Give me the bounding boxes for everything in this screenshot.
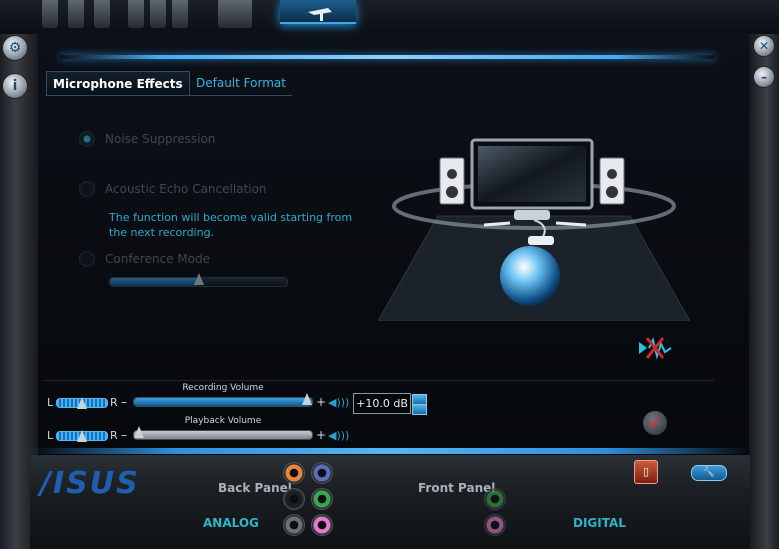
digital-label: DIGITAL bbox=[573, 516, 626, 530]
device-tab-spdif-icon[interactable] bbox=[128, 0, 144, 28]
analog-label: ANALOG bbox=[203, 516, 259, 530]
jack-gray-icon[interactable] bbox=[283, 514, 305, 536]
asus-logo: /ISUS bbox=[40, 466, 140, 501]
rec-balance-right-label: R bbox=[110, 396, 118, 409]
play-balance-left-label: L bbox=[47, 429, 54, 442]
minimize-icon[interactable]: – bbox=[753, 66, 775, 88]
rec-balance-thumb[interactable] bbox=[77, 397, 87, 409]
conference-mode-label: Conference Mode bbox=[105, 252, 211, 266]
conference-slider-thumb[interactable] bbox=[194, 273, 204, 285]
rec-balance-left-label: L bbox=[47, 396, 54, 409]
tab-default-format[interactable]: Default Format bbox=[190, 71, 292, 96]
playback-volume-slider[interactable] bbox=[133, 426, 313, 440]
play-mute-speaker-icon[interactable]: ◀))) bbox=[328, 429, 349, 442]
recording-volume-thumb[interactable] bbox=[302, 393, 312, 405]
recording-volume-label: Recording Volume bbox=[182, 383, 264, 393]
conference-mode-option[interactable]: Conference Mode bbox=[79, 251, 210, 267]
recording-volume-fill bbox=[134, 398, 312, 406]
conference-mode-radio[interactable] bbox=[79, 251, 95, 267]
tab-microphone-effects[interactable]: Microphone Effects bbox=[46, 71, 190, 96]
effect-toggle-icon[interactable] bbox=[637, 336, 673, 360]
device-tab-aux-icon[interactable] bbox=[172, 0, 188, 28]
room-illustration bbox=[378, 138, 690, 321]
noise-suppression-label: Noise Suppression bbox=[105, 132, 216, 146]
bottom-glow-rule bbox=[30, 448, 750, 454]
settings-gear-icon[interactable]: ⚙ bbox=[2, 35, 28, 61]
play-balance-slider[interactable] bbox=[56, 430, 108, 442]
echo-cancellation-radio[interactable] bbox=[79, 181, 95, 197]
close-icon[interactable]: ✕ bbox=[753, 35, 775, 57]
jack-orange-icon[interactable] bbox=[283, 462, 305, 484]
front-panel-label: Front Panel bbox=[418, 481, 496, 495]
volume-divider bbox=[43, 380, 714, 381]
info-icon[interactable]: i bbox=[2, 73, 28, 99]
conference-slider-fill bbox=[110, 278, 199, 286]
device-tab-microphone-active[interactable] bbox=[280, 0, 356, 24]
play-balance-right-label: R bbox=[110, 429, 118, 442]
echo-cancellation-option[interactable]: Acoustic Echo Cancellation bbox=[79, 181, 267, 197]
rec-mute-speaker-icon[interactable]: ◀))) bbox=[328, 396, 349, 409]
spdif-out-icon[interactable]: ▯ bbox=[634, 460, 658, 484]
rec-volume-minus[interactable]: – bbox=[121, 395, 127, 409]
play-volume-plus[interactable]: + bbox=[316, 428, 326, 442]
rec-balance-slider[interactable] bbox=[56, 397, 108, 409]
microphone-plug-icon bbox=[308, 8, 332, 21]
jack-blue-icon[interactable] bbox=[311, 462, 333, 484]
play-volume-minus[interactable]: – bbox=[121, 428, 127, 442]
device-tab-line-in-icon[interactable] bbox=[68, 0, 84, 28]
play-balance-thumb[interactable] bbox=[77, 430, 87, 442]
echo-note-text: The function will become valid starting … bbox=[109, 211, 353, 239]
device-tab-rear-mic-icon[interactable] bbox=[218, 0, 252, 28]
device-tab-speakers-icon[interactable] bbox=[42, 0, 58, 28]
front-jack-pink-icon[interactable] bbox=[484, 514, 506, 536]
device-tab-stereo-mix-icon[interactable] bbox=[94, 0, 110, 28]
right-rail bbox=[749, 34, 779, 549]
rec-volume-plus[interactable]: + bbox=[316, 395, 326, 409]
recording-db-readout[interactable]: +10.0 dB bbox=[353, 393, 411, 414]
jack-pink-icon[interactable] bbox=[311, 514, 333, 536]
connector-settings-wrench-icon[interactable]: 🔧 bbox=[691, 465, 727, 481]
playback-volume-thumb[interactable] bbox=[134, 426, 144, 438]
default-device-check-icon[interactable]: ✔ bbox=[643, 411, 667, 435]
device-tab-hdmi-icon[interactable] bbox=[150, 0, 166, 28]
front-jack-green-icon[interactable] bbox=[484, 488, 506, 510]
db-down-arrow-icon[interactable] bbox=[412, 404, 427, 415]
recording-volume-slider[interactable] bbox=[133, 393, 313, 407]
jack-black-icon[interactable] bbox=[283, 488, 305, 510]
echo-cancellation-label: Acoustic Echo Cancellation bbox=[105, 182, 267, 196]
device-tabs-strip bbox=[0, 0, 779, 35]
tab-underline bbox=[46, 95, 291, 96]
playback-volume-label: Playback Volume bbox=[184, 416, 262, 426]
noise-suppression-radio[interactable] bbox=[79, 131, 95, 147]
conference-mode-slider[interactable] bbox=[109, 273, 288, 287]
noise-suppression-option[interactable]: Noise Suppression bbox=[79, 131, 215, 147]
header-glow-rule bbox=[60, 55, 715, 59]
device-tab-icons bbox=[36, 0, 286, 34]
jack-green-icon[interactable] bbox=[311, 488, 333, 510]
back-panel-label: Back Panel bbox=[218, 481, 292, 495]
